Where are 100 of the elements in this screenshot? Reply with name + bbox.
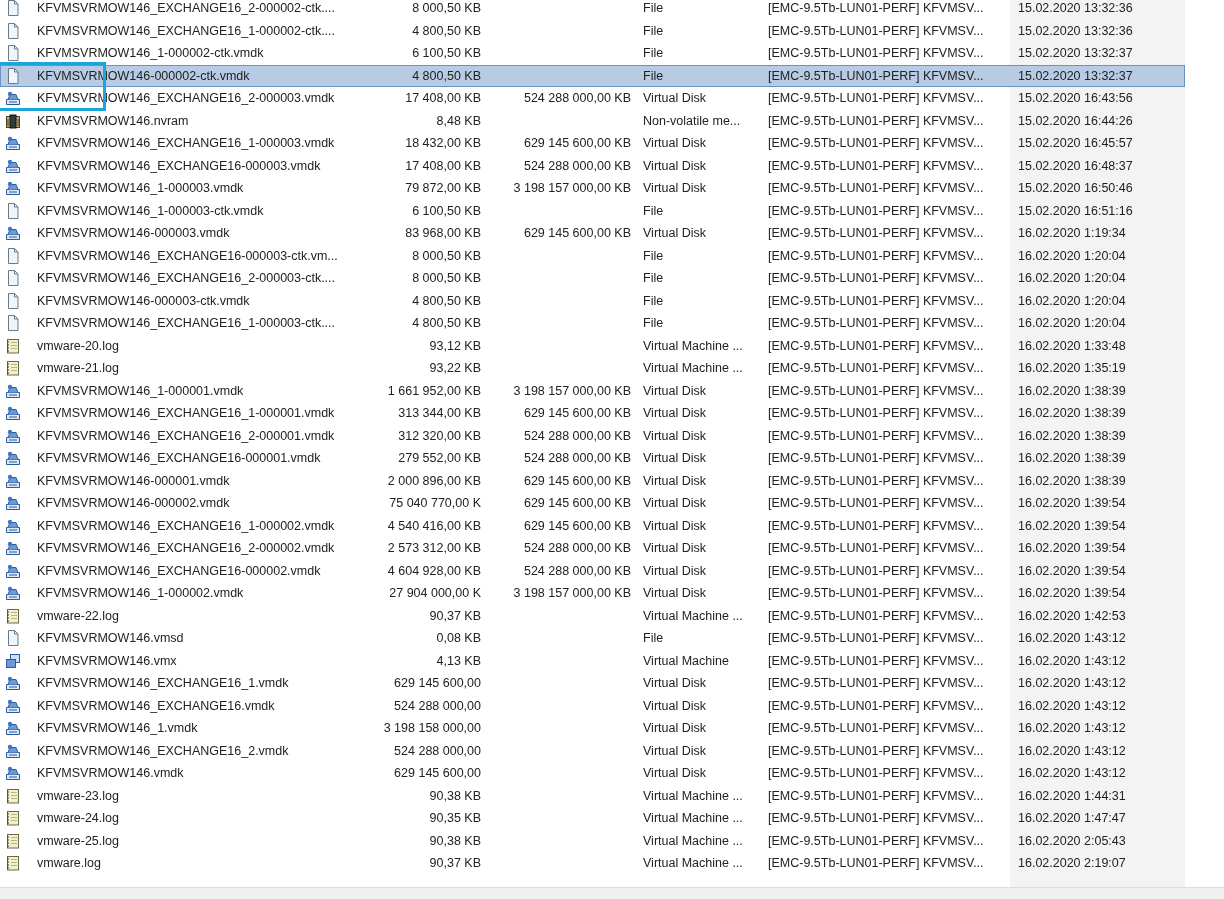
file-row[interactable]: vmware-22.log 90,37 KB Virtual Machine ... [EMC-9.5Tb-LUN01-PERF] KFVMSV... 16.02.2020 1:42:53 (0, 604, 1185, 627)
file-type: Virtual Disk (642, 743, 707, 758)
file-type: File (642, 316, 665, 331)
file-row[interactable]: KFVMSVRMOW146.vmsd 0,08 KB File [EMC-9.5Tb-LUN01-PERF] KFVMSV... 16.02.2020 1:43:12 (0, 627, 1185, 650)
file-size: 83 968,00 KB (404, 226, 481, 241)
file-row[interactable]: KFVMSVRMOW146_EXCHANGE16_2-000002.vmdk 2 573 312,00 KB 524 288 000,00 KB Virtual Disk [EMC-9.5Tb-LUN01-PERF] KFVMSV... 16.02.2020 1:39:54 (0, 537, 1185, 560)
provisioned-size: 629 145 600,00 KB (522, 473, 631, 488)
file-row[interactable]: KFVMSVRMOW146_EXCHANGE16_2-000001.vmdk 312 320,00 KB 524 288 000,00 KB Virtual Disk [EMC-9.5Tb-LUN01-PERF] KFVMSV... 16.02.2020 1:38:39 (0, 424, 1185, 447)
document-icon (5, 22, 21, 39)
file-path: [EMC-9.5Tb-LUN01-PERF] KFVMSV... (767, 271, 985, 286)
file-path: [EMC-9.5Tb-LUN01-PERF] KFVMSV... (767, 811, 985, 826)
file-size: 4,13 KB (435, 653, 481, 668)
file-type: Virtual Disk (642, 586, 707, 601)
file-type: Virtual Disk (642, 181, 707, 196)
modified-date: 16.02.2020 1:38:39 (1017, 406, 1127, 421)
file-size: 4 800,50 KB (411, 68, 481, 83)
file-name: KFVMSVRMOW146_1-000003.vmdk (36, 181, 245, 196)
file-row[interactable]: KFVMSVRMOW146_EXCHANGE16_1-000001.vmdk 313 344,00 KB 629 145 600,00 KB Virtual Disk [EMC-9.5Tb-LUN01-PERF] KFVMSV... 16.02.2020 1:38:39 (0, 402, 1185, 425)
file-size: 90,35 KB (428, 811, 481, 826)
file-row[interactable]: KFVMSVRMOW146_1-000003.vmdk 79 872,00 KB 3 198 157 000,00 KB Virtual Disk [EMC-9.5Tb-LUN01-PERF] KFVMSV... 15.02.2020 16:50:46 (0, 177, 1185, 200)
provisioned-size: 3 198 157 000,00 KB (512, 383, 631, 398)
file-row[interactable]: vmware-21.log 93,22 KB Virtual Machine ... [EMC-9.5Tb-LUN01-PERF] KFVMSV... 16.02.2020 1:35:19 (0, 357, 1185, 380)
file-row[interactable]: KFVMSVRMOW146.vmdk 629 145 600,00 Virtual Disk [EMC-9.5Tb-LUN01-PERF] KFVMSV... 16.02.2020 1:43:12 (0, 762, 1185, 785)
file-row[interactable]: KFVMSVRMOW146-000002.vmdk 75 040 770,00 K 629 145 600,00 KB Virtual Disk [EMC-9.5Tb-LUN01-PERF] KFVMSV... 16.02.2020 1:39:54 (0, 492, 1185, 515)
file-path: [EMC-9.5Tb-LUN01-PERF] KFVMSV... (767, 136, 985, 151)
file-size: 8 000,50 KB (411, 271, 481, 286)
file-name: KFVMSVRMOW146_EXCHANGE16-000003.vmdk (36, 158, 322, 173)
disk-drive-icon (5, 697, 21, 714)
file-path: [EMC-9.5Tb-LUN01-PERF] KFVMSV... (767, 631, 985, 646)
file-row[interactable]: KFVMSVRMOW146_EXCHANGE16_1-000003.vmdk 18 432,00 KB 629 145 600,00 KB Virtual Disk [EMC-9.5Tb-LUN01-PERF] KFVMSV... 15.02.2020 16:45:57 (0, 132, 1185, 155)
disk-drive-icon (5, 562, 21, 579)
file-path: [EMC-9.5Tb-LUN01-PERF] KFVMSV... (767, 113, 985, 128)
file-path: [EMC-9.5Tb-LUN01-PERF] KFVMSV... (767, 293, 985, 308)
file-row[interactable]: KFVMSVRMOW146_1-000001.vmdk 1 661 952,00 KB 3 198 157 000,00 KB Virtual Disk [EMC-9.5Tb-LUN01-PERF] KFVMSV... 16.02.2020 1:38:39 (0, 379, 1185, 402)
file-name: KFVMSVRMOW146_1-000001.vmdk (36, 383, 245, 398)
provisioned-size: 524 288 000,00 KB (522, 428, 631, 443)
file-name: vmware-20.log (36, 338, 120, 353)
file-row[interactable]: KFVMSVRMOW146_1-000003-ctk.vmdk 6 100,50 KB File [EMC-9.5Tb-LUN01-PERF] KFVMSV... 15.02.2020 16:51:16 (0, 199, 1185, 222)
file-row[interactable]: KFVMSVRMOW146_EXCHANGE16_1-000003-ctk.... 4 800,50 KB File [EMC-9.5Tb-LUN01-PERF] KFVMSV... 16.02.2020 1:20:04 (0, 312, 1185, 335)
file-path: [EMC-9.5Tb-LUN01-PERF] KFVMSV... (767, 518, 985, 533)
file-path: [EMC-9.5Tb-LUN01-PERF] KFVMSV... (767, 856, 985, 871)
file-type: Virtual Machine ... (642, 361, 744, 376)
file-row[interactable]: KFVMSVRMOW146.nvram 8,48 KB Non-volatile me... [EMC-9.5Tb-LUN01-PERF] KFVMSV... 15.02.2020 16:44:26 (0, 109, 1185, 132)
disk-drive-icon (5, 472, 21, 489)
file-row[interactable]: KFVMSVRMOW146-000003.vmdk 83 968,00 KB 629 145 600,00 KB Virtual Disk [EMC-9.5Tb-LUN01-PERF] KFVMSV... 16.02.2020 1:19:34 (0, 222, 1185, 245)
file-row[interactable]: vmware-25.log 90,38 KB Virtual Machine ... [EMC-9.5Tb-LUN01-PERF] KFVMSV... 16.02.2020 2:05:43 (0, 829, 1185, 852)
file-type: Virtual Disk (642, 91, 707, 106)
file-name: KFVMSVRMOW146_1.vmdk (36, 721, 199, 736)
stacked-windows-icon (5, 652, 21, 669)
file-type: File (642, 46, 665, 61)
document-icon (5, 247, 21, 264)
file-row[interactable]: KFVMSVRMOW146_EXCHANGE16-000003.vmdk 17 408,00 KB 524 288 000,00 KB Virtual Disk [EMC-9.5Tb-LUN01-PERF] KFVMSV... 15.02.2020 16:48:37 (0, 154, 1185, 177)
provisioned-size: 3 198 157 000,00 KB (512, 181, 631, 196)
file-size: 312 320,00 KB (397, 428, 481, 443)
file-row[interactable]: KFVMSVRMOW146_EXCHANGE16_1.vmdk 629 145 600,00 Virtual Disk [EMC-9.5Tb-LUN01-PERF] KFVMSV... 16.02.2020 1:43:12 (0, 672, 1185, 695)
file-row[interactable]: KFVMSVRMOW146_1-000002.vmdk 27 904 000,00 K 3 198 157 000,00 KB Virtual Disk [EMC-9.5Tb-LUN01-PERF] KFVMSV... 16.02.2020 1:39:54 (0, 582, 1185, 605)
document-icon (5, 292, 21, 309)
horizontal-scrollbar[interactable] (0, 887, 1224, 899)
file-row[interactable]: vmware.log 90,37 KB Virtual Machine ... [EMC-9.5Tb-LUN01-PERF] KFVMSV... 16.02.2020 2:19:07 (0, 852, 1185, 875)
file-row[interactable]: KFVMSVRMOW146_1-000002-ctk.vmdk 6 100,50 KB File [EMC-9.5Tb-LUN01-PERF] KFVMSV... 15.02.2020 13:32:37 (0, 42, 1185, 65)
file-row[interactable]: KFVMSVRMOW146_EXCHANGE16-000002.vmdk 4 604 928,00 KB 524 288 000,00 KB Virtual Disk [EMC-9.5Tb-LUN01-PERF] KFVMSV... 16.02.2020 1:39:54 (0, 559, 1185, 582)
file-name: KFVMSVRMOW146_1-000002-ctk.vmdk (36, 46, 265, 61)
provisioned-size: 629 145 600,00 KB (522, 406, 631, 421)
file-path: [EMC-9.5Tb-LUN01-PERF] KFVMSV... (767, 766, 985, 781)
file-row[interactable]: KFVMSVRMOW146.vmx 4,13 KB Virtual Machine [EMC-9.5Tb-LUN01-PERF] KFVMSV... 16.02.2020 1:43:12 (0, 649, 1185, 672)
file-row[interactable]: vmware-23.log 90,38 KB Virtual Machine ... [EMC-9.5Tb-LUN01-PERF] KFVMSV... 16.02.2020 1:44:31 (0, 784, 1185, 807)
file-path: [EMC-9.5Tb-LUN01-PERF] KFVMSV... (767, 338, 985, 353)
file-name: KFVMSVRMOW146_EXCHANGE16_1-000001.vmdk (36, 406, 336, 421)
file-type: Virtual Machine ... (642, 608, 744, 623)
modified-date: 15.02.2020 13:32:37 (1017, 46, 1134, 61)
file-name: KFVMSVRMOW146.nvram (36, 113, 190, 128)
provisioned-size: 629 145 600,00 KB (522, 496, 631, 511)
file-type: File (642, 293, 665, 308)
file-row[interactable]: KFVMSVRMOW146_EXCHANGE16_2-000002-ctk.... 8 000,50 KB File [EMC-9.5Tb-LUN01-PERF] KFVMSV... 15.02.2020 13:32:36 (0, 0, 1185, 20)
file-row[interactable]: KFVMSVRMOW146_EXCHANGE16_1-000002.vmdk 4 540 416,00 KB 629 145 600,00 KB Virtual Disk [EMC-9.5Tb-LUN01-PERF] KFVMSV... 16.02.2020 1:39:54 (0, 514, 1185, 537)
file-row[interactable]: KFVMSVRMOW146-000003-ctk.vmdk 4 800,50 KB File [EMC-9.5Tb-LUN01-PERF] KFVMSV... 16.02.2020 1:20:04 (0, 289, 1185, 312)
file-type: Virtual Machine ... (642, 856, 744, 871)
file-type: Non-volatile me... (642, 113, 742, 128)
file-row[interactable]: vmware-24.log 90,35 KB Virtual Machine ... [EMC-9.5Tb-LUN01-PERF] KFVMSV... 16.02.2020 1:47:47 (0, 807, 1185, 830)
file-path: [EMC-9.5Tb-LUN01-PERF] KFVMSV... (767, 541, 985, 556)
file-row[interactable]: KFVMSVRMOW146_EXCHANGE16_1-000002-ctk.... 4 800,50 KB File [EMC-9.5Tb-LUN01-PERF] KFVMSV... 15.02.2020 13:32:36 (0, 19, 1185, 42)
file-type: Virtual Disk (642, 226, 707, 241)
file-row[interactable]: KFVMSVRMOW146_EXCHANGE16.vmdk 524 288 000,00 Virtual Disk [EMC-9.5Tb-LUN01-PERF] KFVMSV... 16.02.2020 1:43:12 (0, 694, 1185, 717)
file-row[interactable]: KFVMSVRMOW146_EXCHANGE16-000003-ctk.vm... 8 000,50 KB File [EMC-9.5Tb-LUN01-PERF] KFVMSV... 16.02.2020 1:20:04 (0, 244, 1185, 267)
file-type: Virtual Disk (642, 406, 707, 421)
disk-drive-icon (5, 585, 21, 602)
file-row[interactable]: KFVMSVRMOW146_1.vmdk 3 198 158 000,00 Virtual Disk [EMC-9.5Tb-LUN01-PERF] KFVMSV... 16.02.2020 1:43:12 (0, 717, 1185, 740)
modified-date: 16.02.2020 1:38:39 (1017, 473, 1127, 488)
file-name: vmware-21.log (36, 361, 120, 376)
file-row[interactable]: KFVMSVRMOW146_EXCHANGE16_2.vmdk 524 288 000,00 Virtual Disk [EMC-9.5Tb-LUN01-PERF] KFVMSV... 16.02.2020 1:43:12 (0, 739, 1185, 762)
file-row[interactable]: vmware-20.log 93,12 KB Virtual Machine ... [EMC-9.5Tb-LUN01-PERF] KFVMSV... 16.02.2020 1:33:48 (0, 334, 1185, 357)
file-name: KFVMSVRMOW146-000002.vmdk (36, 496, 231, 511)
file-path: [EMC-9.5Tb-LUN01-PERF] KFVMSV... (767, 158, 985, 173)
file-row[interactable]: KFVMSVRMOW146_EXCHANGE16-000001.vmdk 279 552,00 KB 524 288 000,00 KB Virtual Disk [EMC-9.5Tb-LUN01-PERF] KFVMSV... 16.02.2020 1:38:39 (0, 447, 1185, 470)
file-type: Virtual Disk (642, 158, 707, 173)
file-row[interactable]: KFVMSVRMOW146_EXCHANGE16_2-000003-ctk.... 8 000,50 KB File [EMC-9.5Tb-LUN01-PERF] KFVMSV... 16.02.2020 1:20:04 (0, 267, 1185, 290)
file-type: Virtual Disk (642, 541, 707, 556)
file-path: [EMC-9.5Tb-LUN01-PERF] KFVMSV... (767, 1, 985, 16)
file-row[interactable]: KFVMSVRMOW146-000001.vmdk 2 000 896,00 KB 629 145 600,00 KB Virtual Disk [EMC-9.5Tb-LUN01-PERF] KFVMSV... 16.02.2020 1:38:39 (0, 469, 1185, 492)
file-path: [EMC-9.5Tb-LUN01-PERF] KFVMSV... (767, 406, 985, 421)
